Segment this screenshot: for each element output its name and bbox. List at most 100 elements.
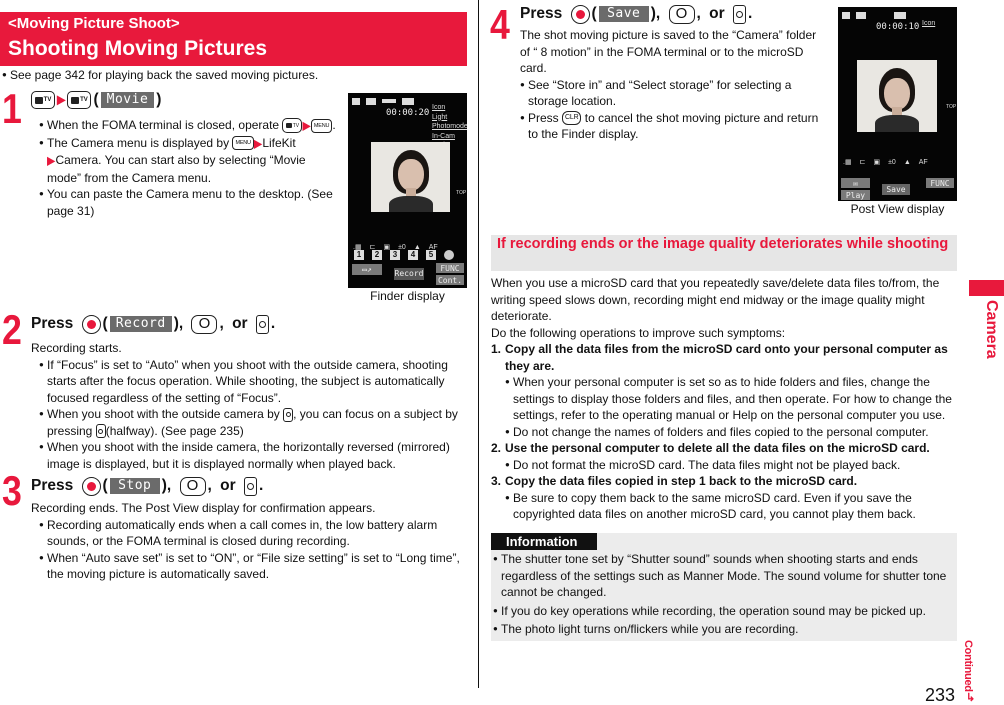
- softkey-save-label: Save: [598, 6, 649, 22]
- section-subtitle: <Moving Picture Shoot>: [8, 15, 180, 32]
- recording-timer: 00:00:20: [386, 108, 430, 118]
- step-3-intro: Recording ends. The Post View display fo…: [31, 501, 376, 515]
- menu-item-icon: Icon: [922, 20, 936, 27]
- menu-item-light: Light: [432, 113, 448, 121]
- step-2-heading: Press (Record), O, or .: [31, 314, 276, 334]
- center-key-icon: [81, 476, 101, 496]
- finder-display-caption: Finder display: [370, 289, 445, 303]
- side-camera-key-icon: [95, 424, 106, 439]
- numbered-item-2: 2. Use the personal computer to delete al…: [491, 441, 930, 455]
- arrow-right-icon: ▶: [302, 119, 311, 133]
- list-item: The photo light turns on/flickers while …: [493, 621, 955, 638]
- step-3-body: Recording ends. The Post View display fo…: [31, 500, 469, 583]
- list-item: Recording automatically ends when a call…: [39, 517, 469, 550]
- postview-menu: Icon: [922, 19, 935, 29]
- camera-tv-key-icon: TV: [67, 91, 92, 109]
- shortcut-numbers: 12345: [354, 250, 454, 260]
- arrow-right-icon: ▶: [47, 154, 56, 168]
- softkey-cont: Cont.: [436, 275, 464, 285]
- o-key-icon: O: [668, 4, 695, 24]
- step-number-2: 2: [2, 306, 22, 353]
- information-list: The shutter tone set by “Shutter sound” …: [493, 551, 955, 639]
- intro-note: See page 342 for playing back the saved …: [2, 67, 318, 84]
- top-indicator: TOP: [456, 190, 467, 196]
- list-item: If “Focus” is set to “Auto” when you sho…: [39, 357, 469, 407]
- column-divider: [478, 0, 479, 688]
- side-camera-key-icon: [732, 4, 746, 24]
- subject-photo: [857, 60, 937, 132]
- numbered-item-1: 1. Copy all the data files from the micro…: [491, 342, 948, 373]
- softkey-play: Play: [841, 190, 870, 200]
- camera-tv-key-icon: TV: [282, 118, 303, 134]
- step-2-body: Recording starts. If “Focus” is set to “…: [31, 340, 469, 472]
- step-4-heading: Press (Save), O, or .: [520, 4, 753, 24]
- list-item: Do not change the names of folders and f…: [505, 424, 957, 441]
- side-camera-key-icon: [255, 314, 269, 334]
- side-camera-key-icon: [283, 407, 294, 422]
- page-number: 233: [925, 685, 956, 705]
- menu-key-icon: MENU: [232, 136, 254, 151]
- troubleshoot-body: When you use a microSD card that you rep…: [491, 275, 957, 523]
- list-item: You can paste the Camera menu to the des…: [39, 186, 339, 219]
- arrow-right-icon: ▶: [253, 136, 263, 151]
- post-view-display-screenshot: 00:00:10 Icon TOP .▦ ⊏ ▣ ±0 ▲ AF ✉ Play Save …: [838, 7, 957, 201]
- troubleshoot-intro-2: Do the following operations to improve s…: [491, 325, 786, 340]
- intro-note-text: See page 342 for playing back the saved …: [10, 68, 319, 82]
- chapter-tab-label: Camera: [983, 300, 1000, 359]
- center-key-icon: [81, 314, 101, 334]
- clr-key-icon: CLR: [562, 111, 582, 126]
- list-item: If you do key operations while recording…: [493, 603, 955, 620]
- troubleshoot-heading: If recording ends or the image quality d…: [491, 235, 957, 271]
- softkey-mail: ✉: [841, 178, 870, 188]
- page-title: Shooting Moving Pictures: [8, 37, 268, 60]
- softkey-func: FUNC: [926, 178, 954, 188]
- softkey-left: ▭↗: [352, 264, 382, 275]
- menu-item-photomode: Photomode: [432, 123, 467, 130]
- list-item: When “Auto save set” is set to “ON”, or …: [39, 550, 469, 583]
- post-view-display-caption: Post View display: [850, 202, 945, 216]
- o-key-icon: O: [191, 314, 218, 334]
- menu-key-icon: MENU: [310, 118, 333, 133]
- softkey-save: Save: [882, 184, 910, 195]
- menu-item-icon: Icon: [432, 104, 446, 111]
- top-indicator: TOP: [946, 104, 957, 110]
- side-camera-key-icon: [243, 476, 257, 496]
- continued-arrow-icon: ↳: [966, 692, 976, 704]
- list-item: Do not format the microSD card. The data…: [505, 457, 957, 474]
- center-key-icon: [570, 4, 590, 24]
- step-4-intro: The shot moving picture is saved to the …: [520, 28, 817, 75]
- section-title-banner: <Moving Picture Shoot> Shooting Moving P…: [0, 12, 467, 66]
- list-item: When the FOMA terminal is closed, operat…: [39, 117, 339, 135]
- list-item: When you shoot with the inside camera, t…: [39, 439, 469, 472]
- softkey-stop-label: Stop: [109, 478, 160, 494]
- list-item: See “Store in” and “Select storage” for …: [520, 77, 820, 110]
- step-number-3: 3: [2, 467, 22, 514]
- list-item: Press CLR to cancel the shot moving pict…: [520, 110, 820, 143]
- arrow-right-icon: ▶: [57, 93, 66, 107]
- list-item: When your personal computer is set so as…: [505, 374, 957, 424]
- list-item: The Camera menu is displayed by MENU▶Lif…: [39, 135, 339, 187]
- step-1-body: When the FOMA terminal is closed, operat…: [39, 117, 339, 219]
- information-box: Information The shutter tone set by “Shu…: [491, 533, 957, 641]
- list-item: Be sure to copy them back to the same mi…: [505, 490, 957, 523]
- numbered-item-3: 3. Copy the data files copied in step 1 b…: [491, 474, 858, 488]
- step-2-intro: Recording starts.: [31, 341, 122, 355]
- subject-photo: [371, 142, 450, 212]
- information-label: Information: [491, 533, 597, 550]
- menu-item-in-cam: In-Cam: [432, 132, 455, 140]
- o-key-icon: O: [179, 476, 206, 496]
- step-number-1: 1: [2, 85, 22, 132]
- softkey-func: FUNC: [436, 263, 464, 273]
- softkey-record-label: Record: [109, 316, 172, 332]
- chapter-tab-marker: [969, 280, 1004, 296]
- list-item: When you shoot with the outside camera b…: [39, 406, 469, 439]
- recording-timer: 00:00:10: [876, 22, 920, 32]
- camera-tv-key-icon: TV: [31, 91, 55, 109]
- step-4-body: The shot moving picture is saved to the …: [520, 27, 820, 143]
- finder-display-screenshot: 00:00:20 Icon Light Photomode In-Cam Loc…: [348, 93, 467, 288]
- step-1-heading: TV ▶ TV (Movie): [31, 90, 161, 110]
- softkey-movie: Movie: [100, 92, 155, 108]
- setting-icons: .▦ ⊏ ▣ ±0 ▲ AF: [843, 159, 928, 166]
- list-item: The shutter tone set by “Shutter sound” …: [493, 551, 955, 601]
- step-3-heading: Press (Stop), O, or .: [31, 476, 264, 496]
